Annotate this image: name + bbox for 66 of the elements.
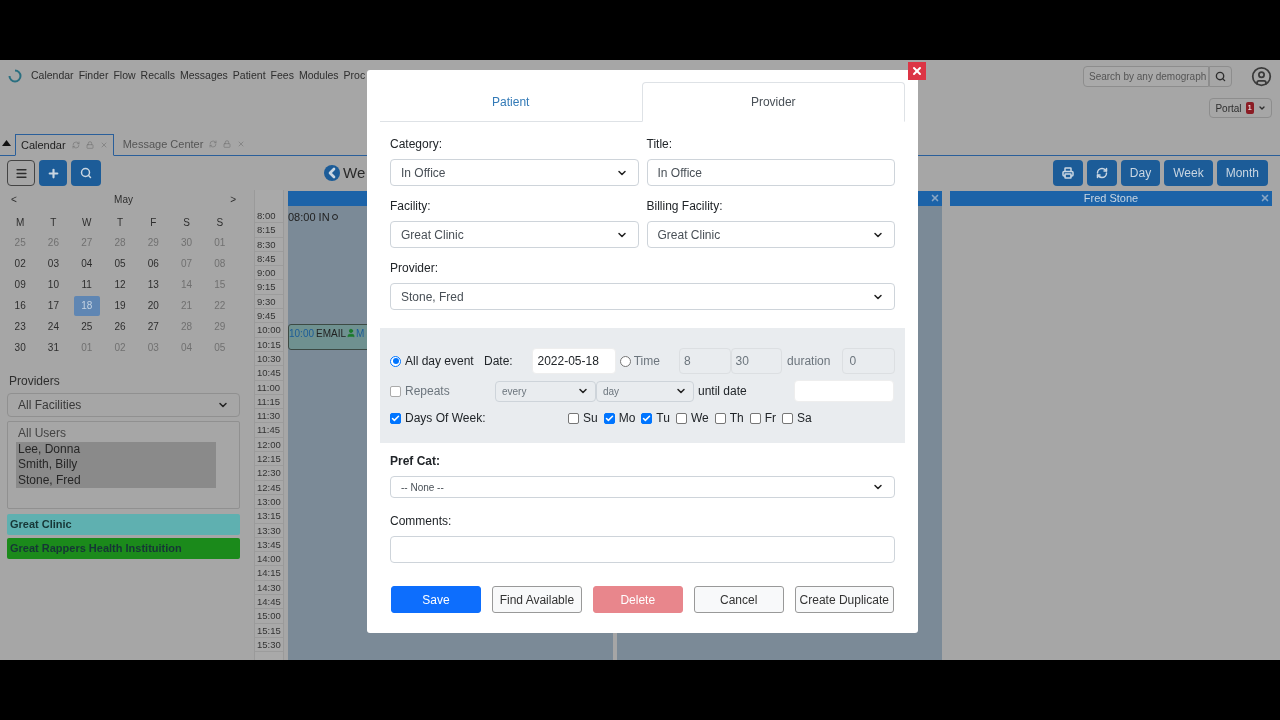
weekday-label: T — [49, 215, 58, 230]
option-label: Time — [633, 353, 660, 370]
day-label: Tu — [656, 410, 670, 427]
facility-name: Great Clinic — [10, 517, 72, 533]
time-label: 14:00 — [255, 552, 283, 567]
time-label: 8:00 — [255, 209, 283, 224]
time-label: 11:45 — [255, 423, 283, 438]
provider-name: Fred Stone — [1083, 191, 1139, 207]
view-title: We — [343, 162, 366, 183]
time-label: 10:45 — [255, 366, 283, 381]
weekday-label: F — [149, 215, 158, 230]
time-label: 11:00 — [255, 380, 283, 395]
day-label: Fr — [764, 410, 777, 427]
time-label: 11:30 — [255, 409, 283, 424]
day-label: Sa — [797, 410, 812, 427]
time-label: 15:30 — [255, 637, 283, 653]
time-label: 14:30 — [255, 580, 283, 595]
time-label: 12:30 — [255, 466, 283, 481]
month-title: May — [114, 193, 133, 207]
time-label: 10:30 — [255, 351, 283, 367]
time-label: 10:15 — [255, 337, 283, 352]
time-label: 14:45 — [255, 595, 283, 610]
time-label: 13:30 — [255, 523, 283, 538]
field-label: duration — [787, 353, 832, 370]
time-label: 15:00 — [255, 609, 283, 624]
time-label: 12:00 — [255, 437, 283, 453]
weekday-label: T — [115, 215, 125, 230]
option-label: All day event — [405, 353, 474, 370]
field-label: Comments: — [390, 513, 453, 530]
time-label: 9:00 — [255, 266, 283, 281]
field-label: Category: — [390, 136, 444, 153]
field-label: Title: — [646, 136, 674, 153]
day-label: Su — [583, 410, 598, 427]
weekday-label: M — [14, 215, 26, 230]
notification-badge: 1 — [1245, 102, 1254, 114]
time-label: 12:15 — [255, 452, 283, 467]
day-label: We — [690, 410, 709, 427]
time-label: 8:15 — [255, 223, 283, 238]
time-label: 11:15 — [255, 394, 283, 410]
time-label: 9:45 — [255, 309, 283, 324]
time-label: 8:45 — [255, 251, 283, 267]
field-label: Date: — [484, 353, 514, 370]
field-label: Facility: — [390, 198, 432, 215]
weekday-label: S — [215, 215, 225, 230]
time-label: 12:45 — [255, 480, 283, 495]
field-label: Billing Facility: — [646, 198, 724, 215]
time-label: 14:15 — [255, 566, 283, 581]
weekday-label: S — [182, 215, 191, 230]
option-label: Repeats — [405, 383, 450, 400]
field-label: Pref Cat: — [390, 453, 441, 470]
time-label: 9:30 — [255, 294, 283, 310]
weekday-label: W — [80, 215, 93, 230]
time-label: 13:15 — [255, 509, 283, 524]
field-label: until date — [698, 383, 748, 400]
time-label: 8:30 — [255, 237, 283, 252]
time-label: 13:45 — [255, 537, 283, 553]
day-label: Mo — [618, 410, 636, 427]
time-label: 15:15 — [255, 623, 283, 638]
time-label: 10:00 — [255, 323, 283, 338]
day-label: Th — [729, 410, 744, 427]
time-label: 9:15 — [255, 280, 283, 295]
providers-label: Providers — [9, 373, 61, 390]
time-label: 13:00 — [255, 494, 283, 510]
facility-name: Great Rappers Health Instituition — [10, 541, 182, 557]
option-label: Days Of Week: — [405, 410, 486, 427]
field-label: Provider: — [390, 260, 440, 277]
